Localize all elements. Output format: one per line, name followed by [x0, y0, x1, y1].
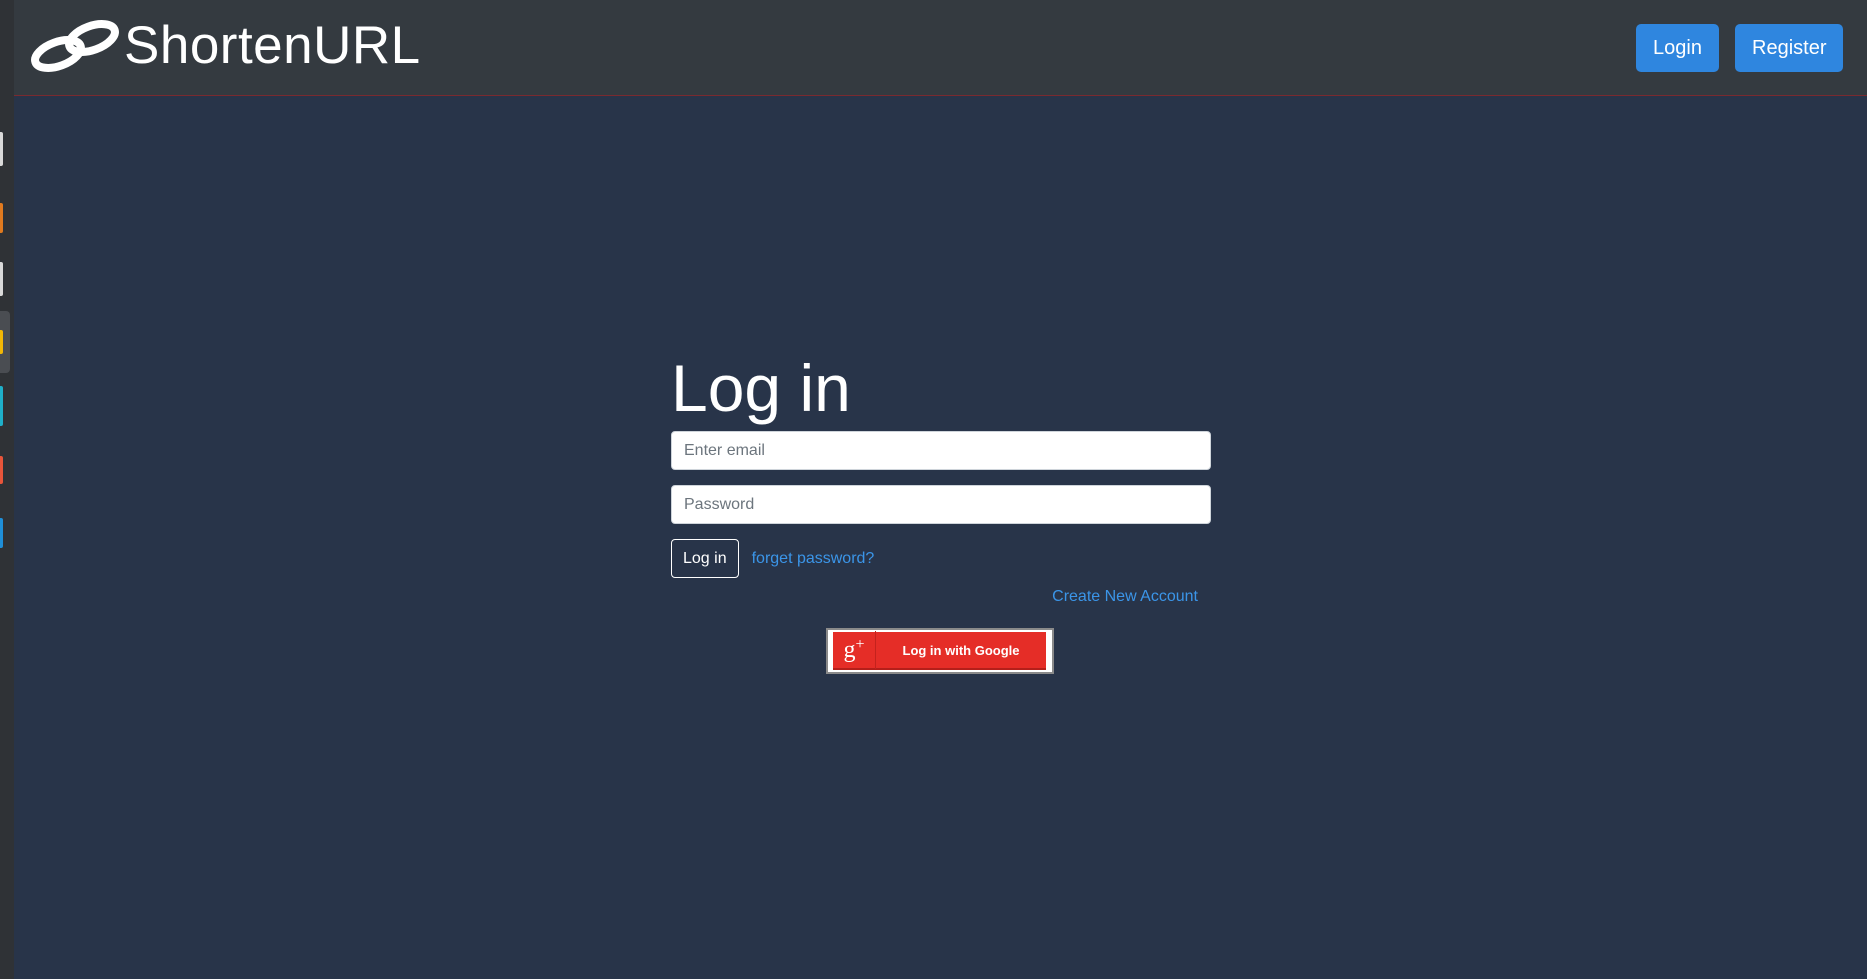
register-button[interactable]: Register: [1735, 24, 1843, 72]
dock-app-icon[interactable]: [0, 203, 3, 233]
login-button[interactable]: Login: [1636, 24, 1719, 72]
top-navbar: ShortenURL Login Register: [14, 0, 1867, 96]
dock-app-icon[interactable]: [0, 386, 3, 426]
dock-app-icon[interactable]: [0, 132, 3, 166]
forgot-password-link[interactable]: forget password?: [752, 550, 875, 568]
create-account-link[interactable]: Create New Account: [1052, 588, 1198, 605]
password-field[interactable]: [671, 485, 1211, 524]
brand-link[interactable]: ShortenURL: [30, 14, 421, 78]
login-submit-button[interactable]: Log in: [671, 539, 739, 578]
google-login-label: Log in with Google: [902, 642, 1020, 658]
dock-app-icon[interactable]: [0, 456, 3, 484]
link-chain-icon: [31, 20, 119, 72]
brand-name: ShortenURL: [124, 16, 421, 75]
google-login-button[interactable]: g + Log in with Google: [833, 631, 1046, 670]
google-login-frame: g + Log in with Google: [826, 628, 1054, 674]
dock-app-icon[interactable]: [0, 330, 3, 354]
desktop-dock: [0, 0, 14, 979]
dock-app-icon[interactable]: [0, 518, 3, 548]
login-form: Log in Log in forget password? Create Ne…: [671, 345, 1211, 674]
create-account-row: Create New Account: [671, 586, 1211, 608]
form-actions: Log in forget password?: [671, 539, 1211, 578]
dock-app-icon[interactable]: [0, 262, 3, 296]
email-field[interactable]: [671, 431, 1211, 470]
page-title: Log in: [671, 351, 851, 425]
google-plus-icon: g +: [833, 631, 876, 669]
